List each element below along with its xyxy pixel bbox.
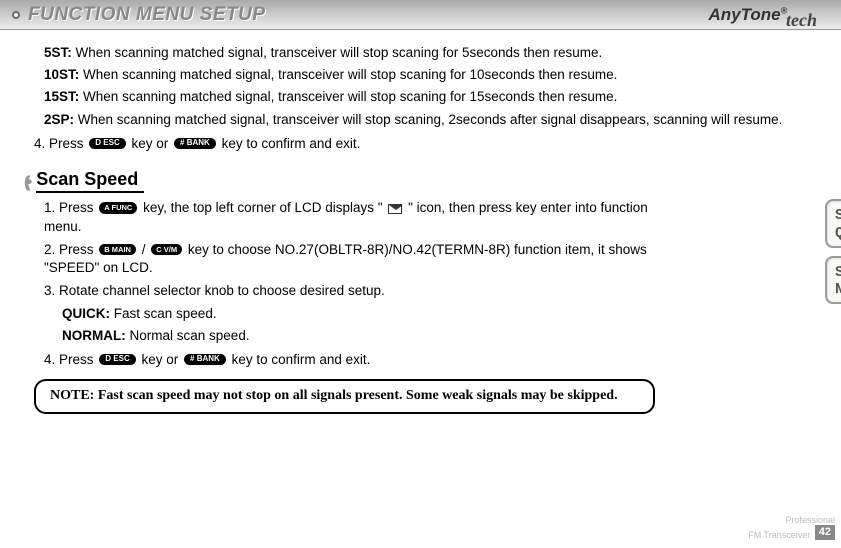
key-d-esc-icon: D ESC xyxy=(99,354,135,365)
page-content: 5ST: When scanning matched signal, trans… xyxy=(0,30,841,414)
lcd-previews: 27 SPEED QUICK 27 SPEED NORMAL xyxy=(825,199,841,312)
key-hash-bank-icon: # BANK xyxy=(174,138,216,149)
page-footer: Professional FM Transceiver 42 xyxy=(748,516,835,540)
option-text: When scanning matched signal, transceive… xyxy=(83,89,617,104)
option-row: 10ST: When scanning matched signal, tran… xyxy=(44,66,815,84)
confirm-step: 4. Press D ESC key or # BANK key to conf… xyxy=(34,135,815,153)
lcd-screen: 27 SPEED NORMAL xyxy=(825,256,841,305)
lcd-line1: SPEED xyxy=(835,207,841,224)
option-label: 15ST: xyxy=(44,89,79,104)
lcd-screen: 27 SPEED QUICK xyxy=(825,199,841,248)
option-label: 10ST: xyxy=(44,67,79,82)
option-label: 2SP: xyxy=(44,112,74,127)
page-number: 42 xyxy=(815,525,835,540)
envelope-icon xyxy=(388,204,402,214)
brand-logo: AnyTone® tech xyxy=(709,2,823,27)
step4-prefix: 4. Press xyxy=(44,352,94,367)
step4-mid: key or xyxy=(142,352,179,367)
step1-mid: key, the top left corner of LCD displays… xyxy=(143,200,382,215)
option-row: 15ST: When scanning matched signal, tran… xyxy=(44,88,815,106)
key-d-esc-icon: D ESC xyxy=(89,138,125,149)
option-row: 2SP: When scanning matched signal, trans… xyxy=(44,111,815,129)
header-bullet-icon xyxy=(12,11,20,19)
option-label: 5ST: xyxy=(44,45,72,60)
option-row: 5ST: When scanning matched signal, trans… xyxy=(44,44,815,62)
key-c-vm-icon: C V/M xyxy=(151,244,182,256)
footer-line1: Professional xyxy=(785,515,835,525)
sub-option-normal: NORMAL: Normal scan speed. xyxy=(44,327,655,345)
brand-sub: tech xyxy=(786,10,817,30)
sub-option-text: Fast scan speed. xyxy=(114,306,217,321)
confirm-prefix: 4. Press xyxy=(34,136,84,151)
footer-line2: FM Transceiver xyxy=(748,530,810,540)
confirm-suffix: key to confirm and exit. xyxy=(222,136,361,151)
confirm-mid: key or xyxy=(132,136,169,151)
sub-option-label: NORMAL: xyxy=(62,328,126,343)
sub-option-text: Normal scan speed. xyxy=(130,328,250,343)
sub-option-quick: QUICK: Fast scan speed. xyxy=(44,305,655,323)
key-hash-bank-icon: # BANK xyxy=(184,354,226,365)
step-2: 2. Press B MAIN / C V/M key to choose NO… xyxy=(44,241,655,277)
step-1: 1. Press A FUNC key, the top left corner… xyxy=(44,199,655,235)
brand-main: AnyTone xyxy=(709,5,781,24)
header-title: FUNCTION MENU SETUP xyxy=(28,2,266,28)
option-text: When scanning matched signal, transceive… xyxy=(83,67,617,82)
option-list: 5ST: When scanning matched signal, trans… xyxy=(44,44,815,129)
section-body: 27 SPEED QUICK 27 SPEED NORMAL 1. Press … xyxy=(44,199,815,414)
note-box: NOTE: Fast scan speed may not stop on al… xyxy=(34,379,655,414)
key-b-main-icon: B MAIN xyxy=(99,244,136,256)
key-a-func-icon: A FUNC xyxy=(99,202,137,214)
section-title: Scan Speed xyxy=(36,167,144,193)
lcd-line2: NORMAL xyxy=(835,281,841,298)
lcd-line2: QUICK xyxy=(835,225,841,242)
signal-icon: ((• xyxy=(24,172,28,194)
step-4: 4. Press D ESC key or # BANK key to conf… xyxy=(44,351,655,369)
step2-prefix: 2. Press xyxy=(44,242,94,257)
lcd-line1: SPEED xyxy=(835,264,841,281)
page-header: FUNCTION MENU SETUP AnyTone® tech xyxy=(0,0,841,30)
option-text: When scanning matched signal, transceive… xyxy=(78,112,783,127)
section-heading: ((• Scan Speed xyxy=(24,167,815,193)
step2-slash: / xyxy=(142,242,146,257)
step-3: 3. Rotate channel selector knob to choos… xyxy=(44,282,655,300)
step1-prefix: 1. Press xyxy=(44,200,94,215)
option-text: When scanning matched signal, transceive… xyxy=(76,45,603,60)
step4-suffix: key to confirm and exit. xyxy=(232,352,371,367)
sub-option-label: QUICK: xyxy=(62,306,110,321)
